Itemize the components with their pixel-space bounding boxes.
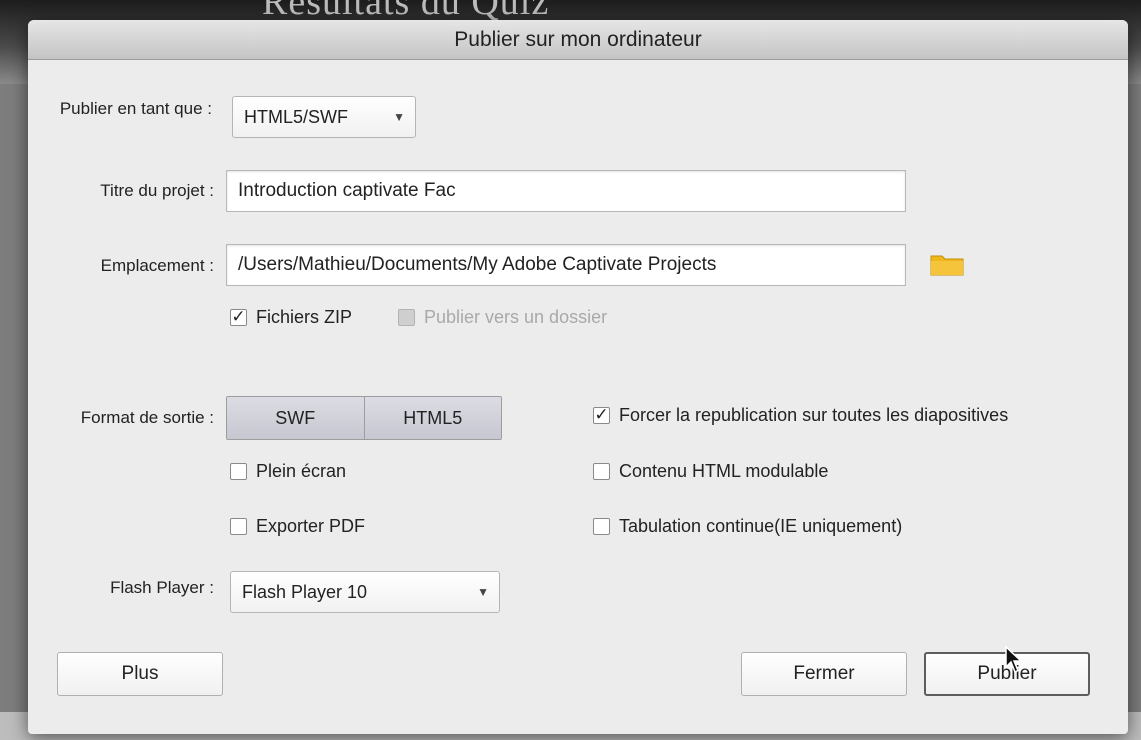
location-input[interactable]: /Users/Mathieu/Documents/My Adobe Captiv… [226, 244, 906, 286]
project-title-input[interactable]: Introduction captivate Fac [226, 170, 906, 212]
export-pdf-label: Exporter PDF [256, 516, 366, 536]
dialog-title: Publier sur mon ordinateur [28, 20, 1128, 60]
chevron-down-icon: ▼ [393, 110, 405, 124]
publish-folder-label: Publier vers un dossier [424, 307, 608, 327]
publish-as-label: Publier en tant que : [59, 99, 212, 118]
checkbox-checked-icon: ✓ [230, 307, 247, 326]
mouse-pointer-icon [1005, 646, 1023, 674]
checkbox-unchecked-icon [593, 518, 610, 535]
checkbox-disabled-icon [398, 309, 415, 326]
more-button[interactable]: Plus [57, 652, 223, 696]
close-button[interactable]: Fermer [741, 652, 907, 696]
location-label: Emplacement : [100, 256, 214, 275]
continuous-tab-label: Tabulation continue(IE uniquement) [619, 516, 903, 536]
flash-player-value: Flash Player 10 [242, 582, 368, 602]
export-pdf-checkbox[interactable]: Exporter PDF [230, 516, 365, 537]
folder-icon[interactable] [930, 252, 964, 276]
flash-player-dropdown[interactable]: Flash Player 10 ▼ [230, 571, 500, 613]
format-html5-button[interactable]: HTML5 [363, 397, 501, 439]
publish-folder-checkbox: Publier vers un dossier [398, 307, 607, 328]
fullscreen-checkbox[interactable]: Plein écran [230, 461, 346, 482]
scalable-html-label: Contenu HTML modulable [619, 461, 829, 481]
flash-player-label: Flash Player : [110, 578, 214, 597]
zip-files-checkbox[interactable]: ✓ Fichiers ZIP [230, 307, 352, 328]
output-format-label: Format de sortie : [80, 408, 214, 427]
continuous-tab-checkbox[interactable]: Tabulation continue(IE uniquement) [593, 516, 902, 537]
chevron-down-icon: ▼ [477, 585, 489, 599]
checkbox-unchecked-icon [230, 463, 247, 480]
publish-as-value: HTML5/SWF [244, 107, 349, 127]
scalable-html-checkbox[interactable]: Contenu HTML modulable [593, 461, 828, 482]
checkbox-unchecked-icon [230, 518, 247, 535]
publish-as-dropdown[interactable]: HTML5/SWF ▼ [232, 96, 416, 138]
output-format-segmented: SWF HTML5 [226, 396, 502, 440]
zip-files-label: Fichiers ZIP [256, 307, 353, 327]
project-title-label: Titre du projet : [100, 181, 214, 200]
format-swf-button[interactable]: SWF [227, 397, 364, 439]
fullscreen-label: Plein écran [256, 461, 347, 481]
checkbox-checked-icon: ✓ [593, 405, 610, 424]
force-republish-label: Forcer la republication sur toutes les d… [619, 405, 1009, 425]
force-republish-checkbox[interactable]: ✓ Forcer la republication sur toutes les… [593, 405, 1008, 426]
publish-dialog: Publier sur mon ordinateur Publier en ta… [28, 20, 1128, 734]
checkbox-unchecked-icon [593, 463, 610, 480]
